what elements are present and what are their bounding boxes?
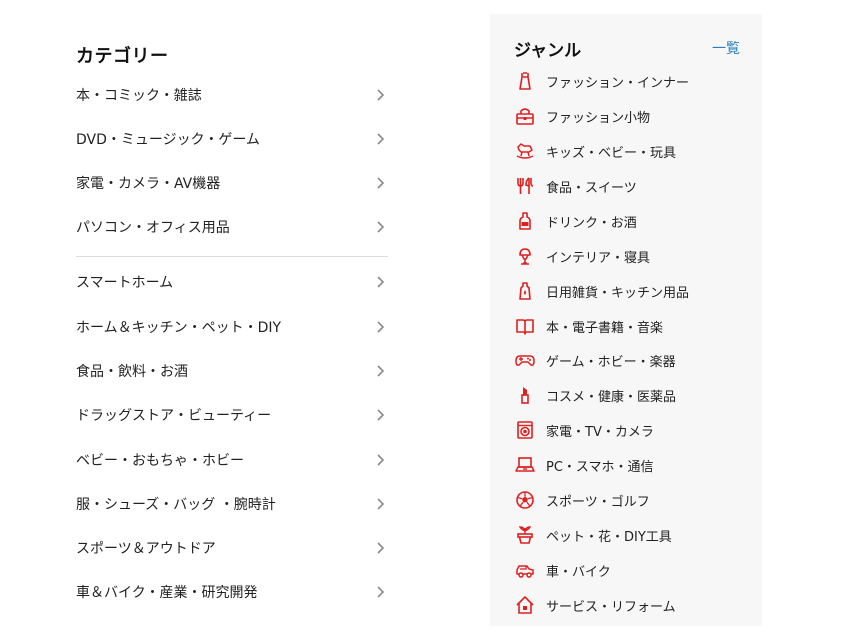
genre-item-daily-goods[interactable]: 日用雑貨・キッチン用品 <box>514 276 754 306</box>
bottle-icon <box>514 210 536 232</box>
genre-label: 食品・スイーツ <box>546 180 637 196</box>
category-label: スマートホーム <box>76 275 174 291</box>
category-item-electronics[interactable]: 家電・カメラ・AV機器 <box>76 161 386 205</box>
lamp-icon <box>514 245 536 267</box>
category-item-food-drink[interactable]: 食品・飲料・お酒 <box>76 349 386 393</box>
chevron-right-icon <box>374 133 386 145</box>
chevron-right-icon <box>374 365 386 377</box>
category-item-car-industrial[interactable]: 車＆バイク・産業・研究開発 <box>76 570 386 614</box>
rocking-horse-icon <box>514 140 536 162</box>
book-icon <box>514 315 536 337</box>
genre-label: サービス・リフォーム <box>546 599 676 615</box>
dress-icon <box>514 70 536 92</box>
category-label: パソコン・オフィス用品 <box>76 220 230 236</box>
genre-item-cosmetics[interactable]: コスメ・健康・医薬品 <box>514 380 754 410</box>
genre-all-link[interactable]: 一覧 <box>712 38 740 58</box>
genre-item-drink[interactable]: ドリンク・お酒 <box>514 206 754 236</box>
genre-label: 車・バイク <box>546 564 611 580</box>
category-item-books[interactable]: 本・コミック・雑誌 <box>76 73 386 117</box>
category-label: ドラッグストア・ビューティー <box>76 408 272 424</box>
genre-label: インテリア・寝具 <box>546 250 651 266</box>
genre-item-appliances[interactable]: 家電・TV・カメラ <box>514 415 754 445</box>
category-item-sports-outdoor[interactable]: スポーツ＆アウトドア <box>76 526 386 570</box>
genre-label: ペット・花・DIY工具 <box>546 529 672 545</box>
genre-item-pc-phone[interactable]: PC・スマホ・通信 <box>514 450 754 480</box>
genre-item-service-reform[interactable]: サービス・リフォーム <box>514 590 754 620</box>
chevron-right-icon <box>374 321 386 333</box>
chevron-right-icon <box>374 276 386 288</box>
genre-item-car-bike[interactable]: 車・バイク <box>514 555 754 585</box>
genre-label: コスメ・健康・医薬品 <box>546 389 677 405</box>
genre-label: 日用雑貨・キッチン用品 <box>546 285 690 301</box>
soccer-ball-icon <box>514 489 536 511</box>
genre-title: ジャンル <box>514 41 582 61</box>
laptop-icon <box>514 454 536 476</box>
genre-label: ファッション小物 <box>546 110 651 126</box>
genre-label: PC・スマホ・通信 <box>546 459 654 475</box>
fork-knife-icon <box>514 175 536 197</box>
category-item-pc-office[interactable]: パソコン・オフィス用品 <box>76 205 386 249</box>
category-label: ベビー・おもちゃ・ホビー <box>76 453 244 469</box>
chevron-right-icon <box>374 586 386 598</box>
genre-panel: ジャンル 一覧 ファッション・インナー ファッション小物 キッズ・ベビー・玩具 … <box>490 14 762 626</box>
category-title: カテゴリー <box>76 46 169 67</box>
category-item-dvd-music-game[interactable]: DVD・ミュージック・ゲーム <box>76 117 386 161</box>
category-label: 食品・飲料・お酒 <box>76 364 188 380</box>
category-label: ホーム＆キッチン・ペット・DIY <box>76 320 282 336</box>
category-label: スポーツ＆アウトドア <box>76 541 216 557</box>
category-divider <box>76 256 388 257</box>
house-icon <box>514 594 536 616</box>
genre-item-pet-flower-diy[interactable]: ペット・花・DIY工具 <box>514 520 754 550</box>
genre-label: キッズ・ベビー・玩具 <box>546 145 677 161</box>
handbag-icon <box>514 105 536 127</box>
chevron-right-icon <box>374 409 386 421</box>
genre-label: 家電・TV・カメラ <box>546 424 654 440</box>
chevron-right-icon <box>374 221 386 233</box>
genre-label: ドリンク・お酒 <box>546 215 637 231</box>
chevron-right-icon <box>374 89 386 101</box>
category-label: 車＆バイク・産業・研究開発 <box>76 585 258 601</box>
gamepad-icon <box>514 349 536 371</box>
genre-item-books-music[interactable]: 本・電子書籍・音楽 <box>514 311 754 341</box>
category-label: DVD・ミュージック・ゲーム <box>76 132 260 148</box>
category-item-home-kitchen[interactable]: ホーム＆キッチン・ペット・DIY <box>76 305 386 349</box>
lipstick-icon <box>514 384 536 406</box>
chevron-right-icon <box>374 454 386 466</box>
genre-item-fashion-accessories[interactable]: ファッション小物 <box>514 101 754 131</box>
category-item-baby-toys[interactable]: ベビー・おもちゃ・ホビー <box>76 438 386 482</box>
genre-item-sports-golf[interactable]: スポーツ・ゴルフ <box>514 485 754 515</box>
chevron-right-icon <box>374 498 386 510</box>
washing-machine-icon <box>514 419 536 441</box>
chevron-right-icon <box>374 542 386 554</box>
genre-item-interior[interactable]: インテリア・寝具 <box>514 241 754 271</box>
flower-pot-icon <box>514 524 536 546</box>
category-label: 本・コミック・雑誌 <box>76 88 202 104</box>
detergent-icon <box>514 280 536 302</box>
category-item-drugstore-beauty[interactable]: ドラッグストア・ビューティー <box>76 393 386 437</box>
genre-item-game-hobby[interactable]: ゲーム・ホビー・楽器 <box>514 345 754 375</box>
genre-label: 本・電子書籍・音楽 <box>546 320 664 336</box>
genre-label: ファッション・インナー <box>546 75 690 91</box>
chevron-right-icon <box>374 177 386 189</box>
genre-item-kids-baby[interactable]: キッズ・ベビー・玩具 <box>514 136 754 166</box>
genre-label: ゲーム・ホビー・楽器 <box>546 354 676 370</box>
category-item-smart-home[interactable]: スマートホーム <box>76 260 386 304</box>
car-icon <box>514 559 536 581</box>
category-label: 服・シューズ・バッグ ・腕時計 <box>76 497 276 513</box>
genre-item-food-sweets[interactable]: 食品・スイーツ <box>514 171 754 201</box>
genre-item-fashion-inner[interactable]: ファッション・インナー <box>514 66 754 96</box>
genre-label: スポーツ・ゴルフ <box>546 494 650 510</box>
category-item-fashion[interactable]: 服・シューズ・バッグ ・腕時計 <box>76 482 386 526</box>
category-label: 家電・カメラ・AV機器 <box>76 176 221 192</box>
